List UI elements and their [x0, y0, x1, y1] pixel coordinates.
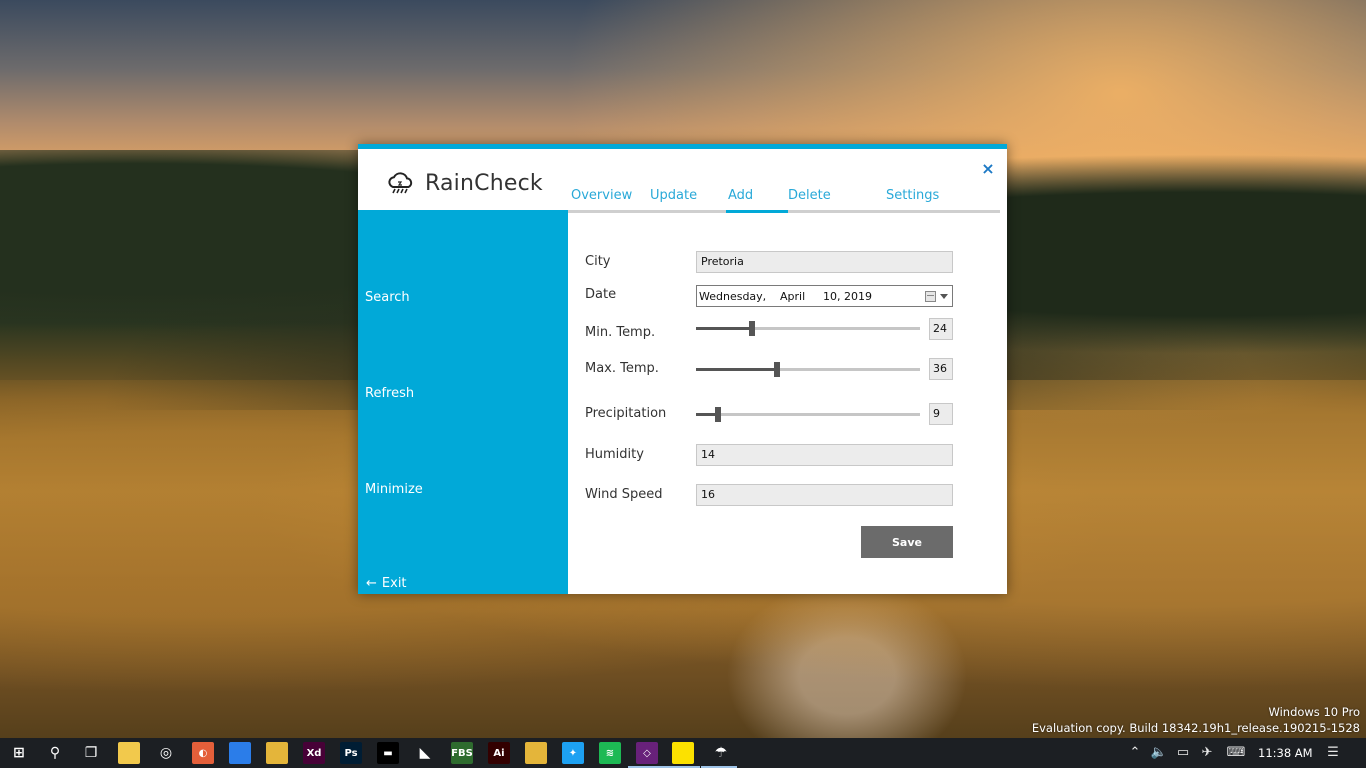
terminal-icon[interactable]: ▬ [377, 742, 399, 764]
rain-cloud-icon [388, 172, 413, 194]
volume-icon[interactable]: 🔈 [1150, 744, 1168, 762]
max-temp-label: Max. Temp. [585, 361, 659, 376]
twitter-icon[interactable]: ✦ [562, 742, 584, 764]
wind-speed-label: Wind Speed [585, 487, 663, 502]
date-label: Date [585, 287, 617, 302]
illustrator-icon[interactable]: Ai [488, 742, 510, 764]
date-day-year: 10, 2019 [823, 290, 872, 303]
search-icon[interactable]: ⚲ [44, 742, 66, 764]
tab-settings[interactable]: Settings [886, 188, 939, 203]
vscode-icon[interactable]: ◣ [414, 742, 436, 764]
max-temp-value[interactable]: 36 [929, 358, 953, 380]
taskbar: ⊞ ⚲ ❐ ◎ ◐ Xd Ps ▬ ◣ FBS Ai ✦ ≋ ◇ ☂ ⌃ 🔈 ▭ ✈ ⌨ 11:38 AM … [0, 738, 1366, 768]
fbs-icon[interactable]: FBS [451, 742, 473, 764]
raincheck-icon[interactable]: ☂ [710, 742, 732, 764]
slider-thumb[interactable] [774, 362, 780, 377]
airplane-icon[interactable]: ✈ [1198, 744, 1216, 762]
close-button[interactable]: × [979, 160, 997, 178]
wind-speed-field[interactable]: 16 [696, 484, 953, 506]
chevron-up-icon[interactable]: ⌃ [1126, 744, 1144, 762]
precipitation-label: Precipitation [585, 406, 667, 421]
chrome-icon-2[interactable] [525, 742, 547, 764]
arrow-left-icon: ← [366, 576, 377, 591]
os-watermark: Windows 10 Pro Evaluation copy. Build 18… [1032, 704, 1360, 736]
sidebar-item-refresh[interactable]: Refresh [365, 386, 414, 401]
precipitation-value[interactable]: 9 [929, 403, 953, 425]
humidity-field[interactable]: 14 [696, 444, 953, 466]
tab-update[interactable]: Update [650, 188, 697, 203]
date-picker[interactable]: Wednesday, April 10, 2019 [696, 285, 953, 307]
sidebar: Search Refresh Minimize ← Exit [358, 210, 568, 594]
sidebar-item-search[interactable]: Search [365, 290, 410, 305]
notifications-icon[interactable]: ☰ [1324, 744, 1342, 762]
app-title: RainCheck [425, 170, 543, 196]
chevron-down-icon[interactable] [940, 294, 948, 299]
exit-button[interactable]: ← Exit [366, 576, 407, 591]
file-explorer-icon[interactable] [118, 742, 140, 764]
save-button[interactable]: Save [861, 526, 953, 558]
visual-studio-icon[interactable]: ◇ [636, 742, 658, 764]
min-temp-slider[interactable] [696, 321, 920, 336]
media-player-icon[interactable]: ◎ [155, 742, 177, 764]
slider-track [696, 413, 920, 416]
slider-thumb[interactable] [749, 321, 755, 336]
app-brand: RainCheck [386, 168, 543, 198]
task-view-icon[interactable]: ❐ [80, 742, 102, 764]
date-month: April [780, 290, 806, 303]
date-weekday: Wednesday, [699, 290, 767, 303]
watermark-edition: Windows 10 Pro [1268, 705, 1360, 719]
slider-fill [696, 327, 752, 330]
min-temp-label: Min. Temp. [585, 325, 656, 340]
photoshop-icon[interactable]: Ps [340, 742, 362, 764]
exit-label: Exit [381, 576, 407, 591]
tab-bar: Overview Update Add Delete Settings [570, 188, 1000, 212]
sticky-notes-icon[interactable] [672, 742, 694, 764]
precipitation-slider[interactable] [696, 407, 920, 422]
chrome-icon[interactable] [266, 742, 288, 764]
adobe-xd-icon[interactable]: Xd [303, 742, 325, 764]
spotify-icon[interactable]: ≋ [599, 742, 621, 764]
slider-fill [696, 368, 777, 371]
raincheck-window: × RainCheck Overview Update Add Delete S… [358, 144, 1007, 594]
min-temp-value[interactable]: 24 [929, 318, 953, 340]
tab-overview[interactable]: Overview [571, 188, 632, 203]
windows-start-icon[interactable]: ⊞ [8, 742, 30, 764]
max-temp-slider[interactable] [696, 362, 920, 377]
calendar-icon[interactable] [925, 291, 936, 302]
tab-add[interactable]: Add [728, 188, 753, 203]
city-field[interactable]: Pretoria [696, 251, 953, 273]
battery-icon[interactable]: ▭ [1174, 744, 1192, 762]
firefox-icon[interactable] [229, 742, 251, 764]
city-label: City [585, 254, 611, 269]
window-accent-bar [358, 144, 1007, 149]
tab-active-indicator [726, 210, 788, 213]
clock[interactable]: 11:38 AM [1258, 746, 1313, 760]
keyboard-icon[interactable]: ⌨ [1224, 744, 1248, 762]
humidity-label: Humidity [585, 447, 644, 462]
watermark-build: Evaluation copy. Build 18342.19h1_releas… [1031, 721, 1360, 735]
slider-thumb[interactable] [715, 407, 721, 422]
tab-delete[interactable]: Delete [788, 188, 831, 203]
sidebar-item-minimize[interactable]: Minimize [365, 482, 423, 497]
edge-icon[interactable]: ◐ [192, 742, 214, 764]
